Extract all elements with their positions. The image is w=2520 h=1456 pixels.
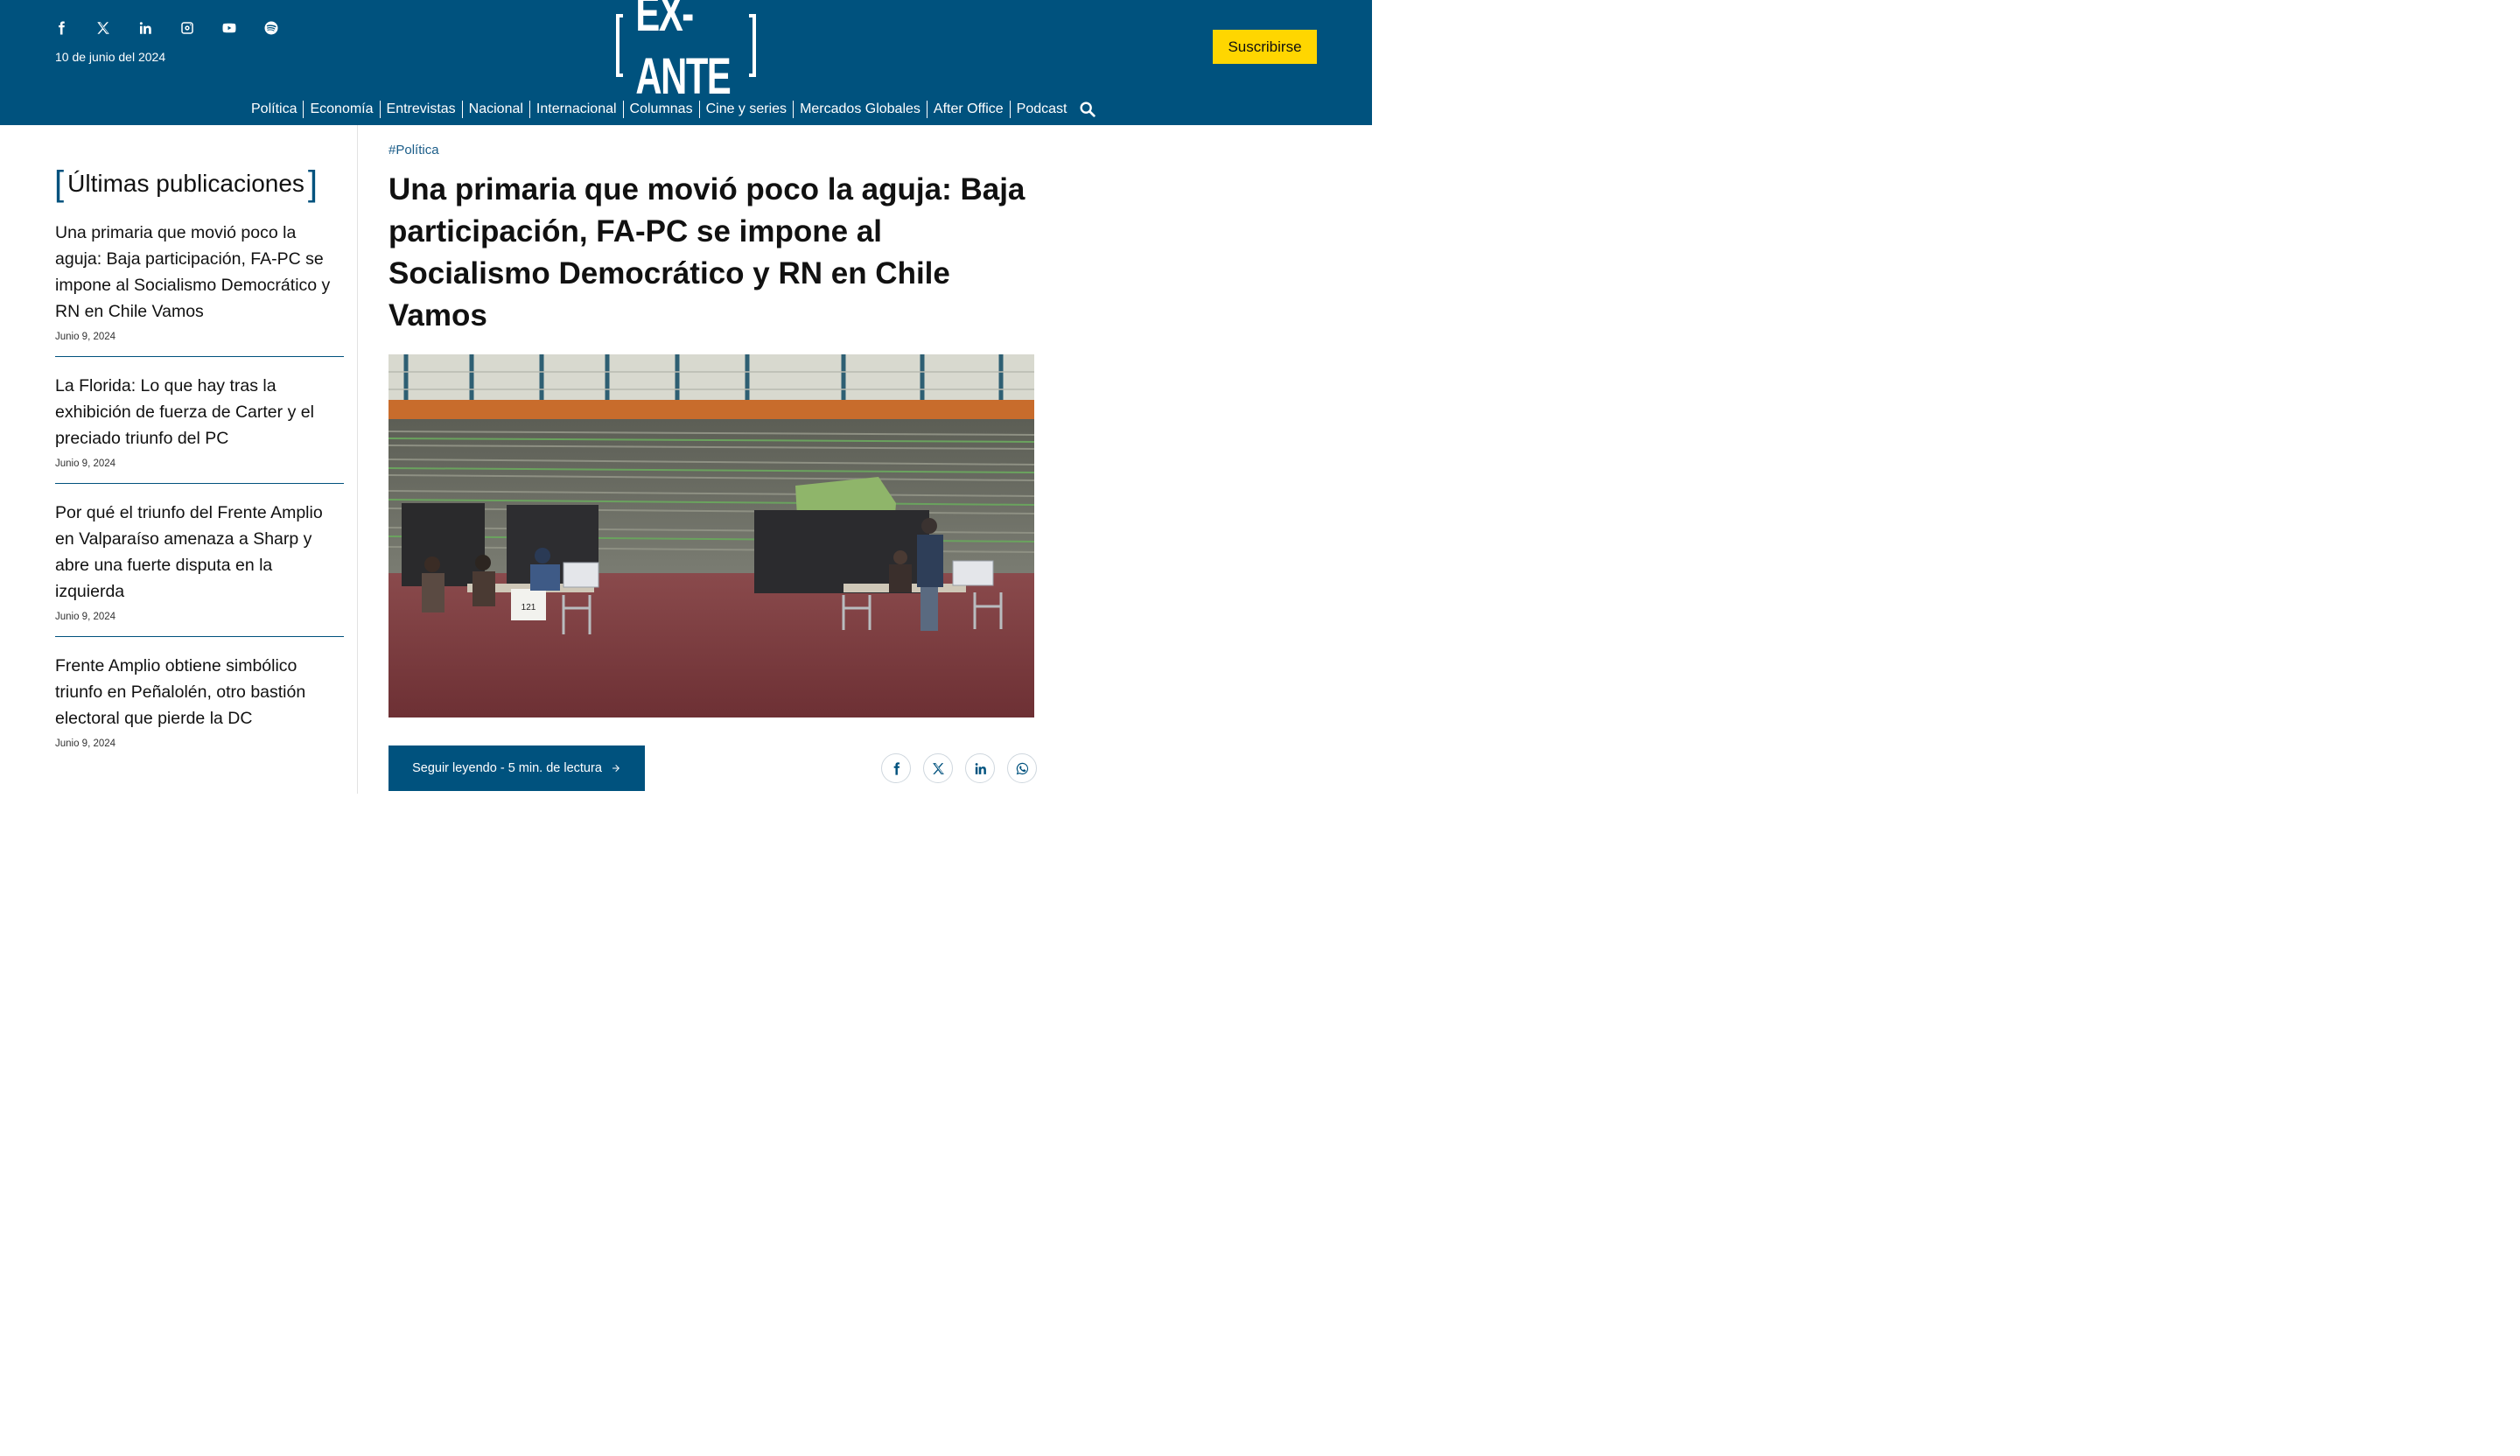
share-whatsapp-icon[interactable] (1007, 753, 1037, 783)
site-logo[interactable]: EX-ANTE (616, 0, 756, 105)
nav-item-economia[interactable]: Economía (304, 101, 381, 118)
list-item[interactable]: Frente Amplio obtiene simbólico triunfo … (55, 653, 344, 763)
post-title[interactable]: Frente Amplio obtiene simbólico triunfo … (55, 653, 344, 732)
logo-bracket-right (749, 14, 756, 77)
linkedin-icon[interactable] (135, 18, 156, 38)
current-date: 10 de junio del 2024 (55, 50, 166, 64)
table-sign-number: 121 (522, 603, 536, 612)
social-links (51, 18, 282, 38)
read-more-label: Seguir leyendo - 5 min. de lectura (412, 761, 602, 775)
main-nav: Política Economía Entrevistas Nacional I… (245, 97, 1097, 122)
nav-item-after-office[interactable]: After Office (928, 101, 1011, 118)
sidebar-title: [ Últimas publicaciones ] (54, 166, 318, 201)
logo-bracket-left (616, 14, 623, 77)
post-title[interactable]: Por qué el triunfo del Frente Amplio en … (55, 500, 344, 605)
arrow-right-icon (612, 765, 620, 772)
category-tag[interactable]: #Política (388, 143, 439, 158)
voting-hall-illustration: 121 (388, 354, 1034, 718)
nav-item-mercados-globales[interactable]: Mercados Globales (794, 101, 928, 118)
facebook-icon[interactable] (51, 18, 72, 38)
list-item[interactable]: Una primaria que movió poco la aguja: Ba… (55, 220, 344, 357)
page: 10 de junio del 2024 EX-ANTE Suscribirse… (0, 0, 1372, 794)
share-buttons (881, 753, 1037, 783)
x-icon[interactable] (93, 18, 114, 38)
share-linkedin-icon[interactable] (965, 753, 995, 783)
post-date: Junio 9, 2024 (55, 738, 116, 749)
nav-item-politica[interactable]: Política (245, 101, 304, 118)
site-header: 10 de junio del 2024 EX-ANTE Suscribirse… (0, 0, 1372, 125)
bracket-left-decoration: [ (54, 164, 65, 203)
nav-item-columnas[interactable]: Columnas (624, 101, 700, 118)
sidebar-title-text: Últimas publicaciones (67, 170, 304, 197)
nav-item-nacional[interactable]: Nacional (463, 101, 530, 118)
share-x-icon[interactable] (923, 753, 953, 783)
post-date: Junio 9, 2024 (55, 612, 116, 622)
article-photo: 121 (388, 354, 1034, 718)
article-headline: Una primaria que movió poco la aguja: Ba… (388, 172, 1026, 332)
latest-posts-sidebar: [ Últimas publicaciones ] Una primaria q… (0, 125, 358, 794)
latest-posts-list: Una primaria que movió poco la aguja: Ba… (55, 220, 344, 779)
instagram-icon[interactable] (177, 18, 198, 38)
youtube-icon[interactable] (219, 18, 240, 38)
nav-item-cine-y-series[interactable]: Cine y series (700, 101, 794, 118)
nav-item-internacional[interactable]: Internacional (530, 101, 624, 118)
subscribe-button[interactable]: Suscribirse (1213, 30, 1317, 64)
post-date: Junio 9, 2024 (55, 458, 116, 469)
nav-item-entrevistas[interactable]: Entrevistas (381, 101, 463, 118)
bracket-right-decoration: ] (307, 164, 318, 203)
share-facebook-icon[interactable] (881, 753, 911, 783)
post-date: Junio 9, 2024 (55, 332, 116, 342)
read-more-button[interactable]: Seguir leyendo - 5 min. de lectura (388, 746, 645, 791)
logo-text: EX-ANTE (635, 0, 731, 105)
post-title[interactable]: Una primaria que movió poco la aguja: Ba… (55, 220, 344, 325)
list-item[interactable]: La Florida: Lo que hay tras la exhibició… (55, 373, 344, 484)
nav-item-podcast[interactable]: Podcast (1011, 101, 1074, 118)
spotify-icon[interactable] (261, 18, 282, 38)
search-icon[interactable] (1078, 100, 1097, 119)
list-item[interactable]: Por qué el triunfo del Frente Amplio en … (55, 500, 344, 637)
post-title[interactable]: La Florida: Lo que hay tras la exhibició… (55, 373, 344, 452)
